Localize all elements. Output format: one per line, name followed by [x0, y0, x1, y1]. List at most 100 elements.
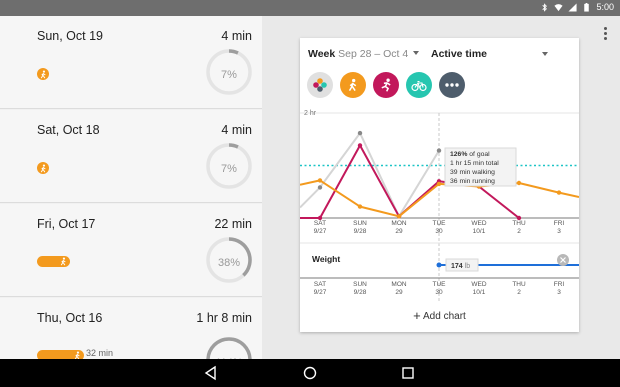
y-axis-max-label: 2 hr [304, 110, 317, 117]
day-date: Sun, Oct 19 [37, 29, 104, 43]
data-point-walking [516, 180, 522, 186]
weight-x-tick-date: 9/28 [354, 289, 367, 296]
weight-x-tick-label: FRI [554, 281, 565, 288]
filter-more[interactable] [439, 72, 465, 98]
overflow-menu-icon[interactable] [600, 27, 610, 41]
x-tick-date: 2 [517, 228, 521, 235]
walking-icon [60, 257, 66, 266]
add-icon: + [413, 308, 421, 323]
x-tick-date: 29 [395, 228, 403, 235]
weight-label: Weight [312, 254, 340, 264]
x-tick-label: WED [471, 220, 486, 227]
metric-label: Active time [431, 48, 488, 60]
day-row[interactable]: Thu, Oct 16 1 hr 8 min 32 min 114% [0, 298, 262, 359]
day-date: Fri, Oct 17 [37, 217, 96, 231]
x-tick-label: SUN [353, 220, 367, 227]
walking-bar [37, 350, 84, 359]
day-duration: 4 min [221, 29, 252, 43]
data-point-total [436, 148, 442, 153]
x-tick-date: 10/1 [473, 228, 486, 235]
x-tick-label: THU [512, 220, 526, 227]
weight-x-tick-date: 10/1 [473, 289, 486, 296]
goal-ring-value: 7% [221, 69, 237, 81]
running-icon [381, 78, 391, 92]
add-chart-label: Add chart [423, 311, 466, 322]
weight-x-tick-label: WED [471, 281, 486, 288]
tooltip-goal: 126% of goal [450, 151, 490, 158]
cycling-icon [411, 80, 427, 92]
walking-duration: 32 min [86, 348, 114, 358]
day-duration: 4 min [221, 123, 252, 137]
data-point-walking [317, 178, 323, 183]
x-tick-label: MON [391, 220, 406, 227]
filter-cycling[interactable] [406, 72, 432, 98]
day-date: Sat, Oct 18 [37, 123, 100, 137]
back-icon[interactable] [203, 365, 219, 381]
day-duration: 1 hr 8 min [196, 311, 252, 325]
weight-x-tick-date: 29 [395, 289, 403, 296]
x-tick-date: 9/28 [354, 228, 367, 235]
tooltip-running: 36 min running [450, 178, 495, 185]
goal-ring-value: 38% [217, 257, 241, 269]
day-row[interactable]: Fri, Oct 17 22 min 38% [0, 204, 262, 297]
signal-icon [568, 2, 578, 12]
dropdown-arrow-icon [413, 51, 420, 55]
walking-bar [37, 256, 70, 267]
metric-selector[interactable]: Active time [431, 48, 487, 60]
day-list[interactable]: Sun, Oct 19 4 min 7% Sat, Oct 18 4 min 7… [0, 16, 262, 359]
day-row[interactable]: Sat, Oct 18 4 min 7% [0, 110, 262, 203]
filter-running[interactable] [373, 72, 399, 98]
navigation-bar [0, 359, 620, 387]
weight-x-tick-date: 2 [517, 289, 521, 296]
weight-x-tick-label: MON [391, 281, 406, 288]
bluetooth-icon [542, 2, 548, 12]
home-icon[interactable] [302, 365, 318, 381]
weight-x-tick-label: THU [512, 281, 526, 288]
clock: 5:00 [596, 2, 614, 12]
weight-x-tick-date: 3 [557, 289, 561, 296]
x-tick-label: FRI [554, 220, 565, 227]
weight-x-tick-date: 9/27 [314, 289, 327, 296]
x-tick-date: 30 [435, 228, 443, 235]
walking-icon [74, 351, 80, 359]
walking-icon [37, 68, 49, 80]
add-chart-button[interactable]: + Add chart [300, 308, 579, 323]
series-line-total [300, 132, 440, 218]
weight-value: 174 lb [451, 263, 470, 270]
multicolor-dots-icon [313, 78, 327, 92]
dropdown-arrow-icon[interactable] [542, 52, 548, 56]
weight-point [436, 262, 442, 268]
data-point-walking [436, 181, 442, 187]
x-tick-date: 9/27 [314, 228, 327, 235]
more-dots-icon [445, 83, 459, 87]
x-tick-label: SAT [314, 220, 326, 227]
day-row[interactable]: Sun, Oct 19 4 min 7% [0, 16, 262, 109]
tooltip-walking: 39 min walking [450, 169, 495, 176]
walking-icon [348, 78, 357, 92]
filter-all-activities[interactable] [307, 72, 333, 98]
weight-x-tick-label: SUN [353, 281, 367, 288]
data-point-running [357, 143, 363, 148]
x-tick-label: TUE [433, 220, 447, 227]
data-point-walking [357, 204, 363, 209]
period-selector[interactable]: Week Sep 28 – Oct 4 [308, 48, 420, 60]
walking-icon [37, 162, 49, 174]
chart-card: Week Sep 28 – Oct 4 Active time 2 hr SAT 9… [300, 38, 579, 332]
filter-walking[interactable] [340, 72, 366, 98]
period-label: Week [308, 48, 336, 60]
goal-ring [206, 337, 252, 359]
goal-ring-value: 7% [221, 163, 237, 175]
weight-x-tick-label: TUE [433, 281, 447, 288]
weight-x-tick-date: 30 [435, 289, 443, 296]
data-point-total [357, 130, 363, 136]
activity-chart[interactable]: 2 hrSAT9/27SUN9/28MON29TUE30WED10/1THU2F… [300, 108, 579, 303]
wifi-icon [554, 3, 564, 11]
status-bar: 5:00 [0, 0, 620, 16]
weight-x-tick-label: SAT [314, 281, 326, 288]
recents-icon[interactable] [400, 365, 416, 381]
data-point-walking [556, 190, 562, 195]
activity-filters [307, 72, 465, 98]
tooltip-total: 1 hr 15 min total [450, 160, 499, 167]
day-duration: 22 min [214, 217, 252, 231]
x-tick-date: 3 [557, 228, 561, 235]
